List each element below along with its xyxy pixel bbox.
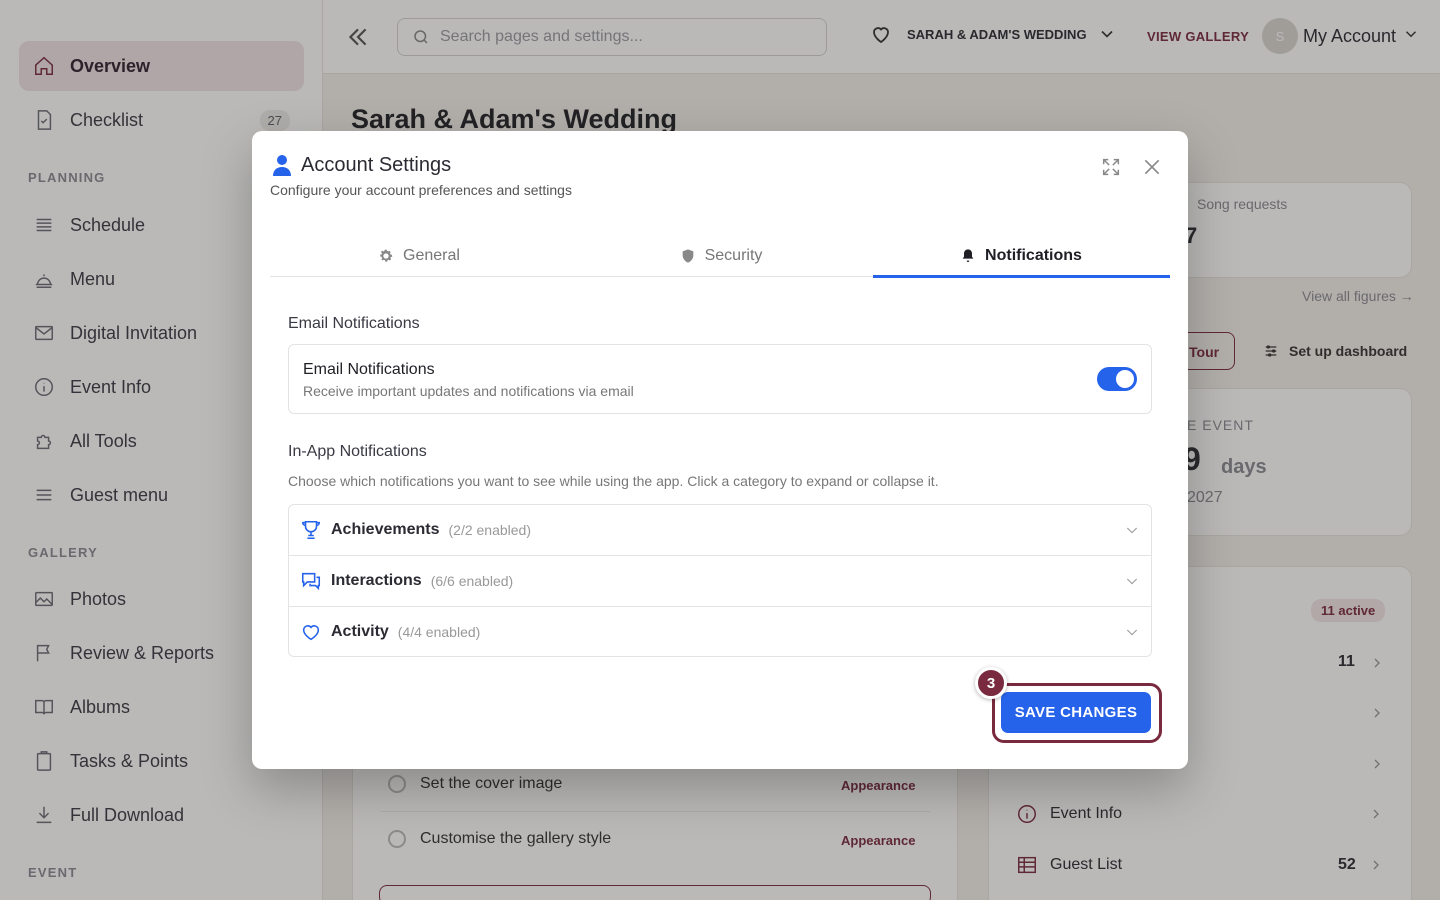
email-notifications-toggle[interactable] — [1097, 367, 1137, 391]
trophy-icon — [300, 519, 322, 541]
category-interactions[interactable]: Interactions (6/6 enabled) — [289, 555, 1151, 605]
close-icon[interactable] — [1142, 157, 1162, 177]
tab-security[interactable]: Security — [572, 235, 870, 277]
save-changes-button[interactable]: SAVE CHANGES — [1001, 692, 1151, 733]
tab-notifications[interactable]: Notifications — [872, 235, 1170, 277]
tab-general[interactable]: General — [270, 235, 568, 277]
email-section-heading: Email Notifications — [288, 315, 420, 332]
category-activity[interactable]: Activity (4/4 enabled) — [289, 606, 1151, 656]
chat-icon — [300, 570, 322, 592]
settings-tabs: General Security Notifications — [270, 235, 1170, 278]
modal-subtitle: Configure your account preferences and s… — [270, 182, 572, 198]
bell-icon — [962, 249, 974, 262]
notification-category-list: Achievements (2/2 enabled) Interactions … — [288, 504, 1152, 657]
category-name: Activity — [331, 622, 389, 640]
user-icon — [272, 154, 292, 176]
inapp-description: Choose which notifications you want to s… — [288, 473, 939, 489]
tab-label: Security — [704, 247, 763, 264]
category-achievements[interactable]: Achievements (2/2 enabled) — [289, 505, 1151, 555]
shield-icon — [682, 249, 693, 263]
email-card-title: Email Notifications — [303, 361, 435, 378]
gear-icon — [380, 249, 393, 262]
tab-label: General — [403, 247, 460, 264]
account-settings-modal: Account Settings Configure your account … — [252, 131, 1188, 769]
modal-title: Account Settings — [301, 154, 452, 176]
step-badge: 3 — [975, 667, 1007, 699]
email-card-description: Receive important updates and notificati… — [303, 383, 634, 399]
chevron-down-icon — [1124, 624, 1140, 640]
tab-label: Notifications — [985, 247, 1082, 264]
active-tab-indicator — [873, 275, 1170, 278]
category-name: Achievements — [331, 521, 440, 538]
chevron-down-icon — [1124, 573, 1140, 589]
heart-icon — [300, 621, 322, 643]
category-name: Interactions — [331, 571, 422, 589]
inapp-section-heading: In-App Notifications — [288, 443, 427, 460]
category-count: (2/2 enabled) — [448, 522, 532, 538]
email-notifications-card: Email Notifications Receive important up… — [288, 344, 1152, 414]
chevron-down-icon — [1124, 522, 1140, 538]
category-count: (6/6 enabled) — [430, 572, 514, 589]
category-count: (4/4 enabled) — [397, 623, 481, 640]
expand-icon[interactable] — [1100, 156, 1122, 178]
